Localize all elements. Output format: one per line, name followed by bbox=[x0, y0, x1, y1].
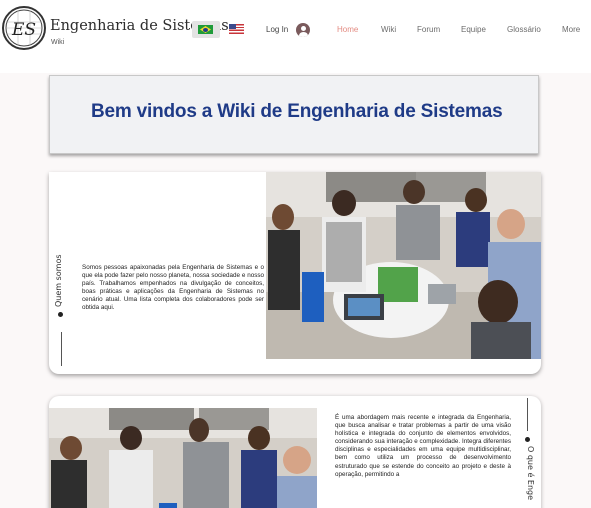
what-is-text: É uma abordagem mais recente e integrada… bbox=[335, 414, 511, 478]
site-subtitle: Wiki bbox=[51, 39, 65, 46]
svg-text:ES: ES bbox=[11, 20, 36, 40]
site-logo[interactable]: ES bbox=[2, 6, 46, 50]
what-is-label-text: O que é Enge bbox=[526, 446, 535, 501]
user-avatar-icon[interactable] bbox=[296, 23, 310, 37]
nav-forum[interactable]: Forum bbox=[417, 25, 440, 34]
brazil-flag-button[interactable] bbox=[192, 21, 220, 38]
nav-equipe[interactable]: Equipe bbox=[461, 25, 486, 34]
login-link[interactable]: Log In bbox=[266, 25, 288, 34]
group-photo-image bbox=[49, 408, 317, 508]
about-label-text: Quem somos bbox=[54, 254, 63, 307]
site-header: ES Engenharia de Sistemas Wiki Log In Ho… bbox=[0, 0, 591, 73]
about-section: Quem somos Somos pessoas apaixonadas pel… bbox=[49, 172, 541, 374]
bullet-dot bbox=[525, 437, 530, 442]
about-label: Quem somos bbox=[54, 245, 70, 325]
team-photo-image bbox=[266, 172, 541, 359]
welcome-banner: Bem vindos a Wiki de Engenharia de Siste… bbox=[49, 75, 539, 154]
nav-wiki[interactable]: Wiki bbox=[381, 25, 396, 34]
bullet-dot bbox=[58, 312, 63, 317]
divider-line bbox=[61, 332, 62, 366]
nav-glossario[interactable]: Glossário bbox=[507, 25, 541, 34]
what-is-section: É uma abordagem mais recente e integrada… bbox=[49, 396, 541, 508]
group-photo bbox=[49, 408, 317, 508]
nav-more[interactable]: More bbox=[562, 25, 580, 34]
about-text: Somos pessoas apaixonadas pela Engenhari… bbox=[82, 264, 264, 312]
es-logo-icon: ES bbox=[5, 9, 43, 47]
nav-home[interactable]: Home bbox=[337, 25, 358, 34]
usa-flag-icon bbox=[229, 24, 236, 29]
team-photo bbox=[266, 172, 541, 359]
usa-flag-button[interactable] bbox=[229, 24, 244, 34]
page-title: Bem vindos a Wiki de Engenharia de Siste… bbox=[91, 101, 503, 122]
divider-line bbox=[527, 398, 528, 431]
